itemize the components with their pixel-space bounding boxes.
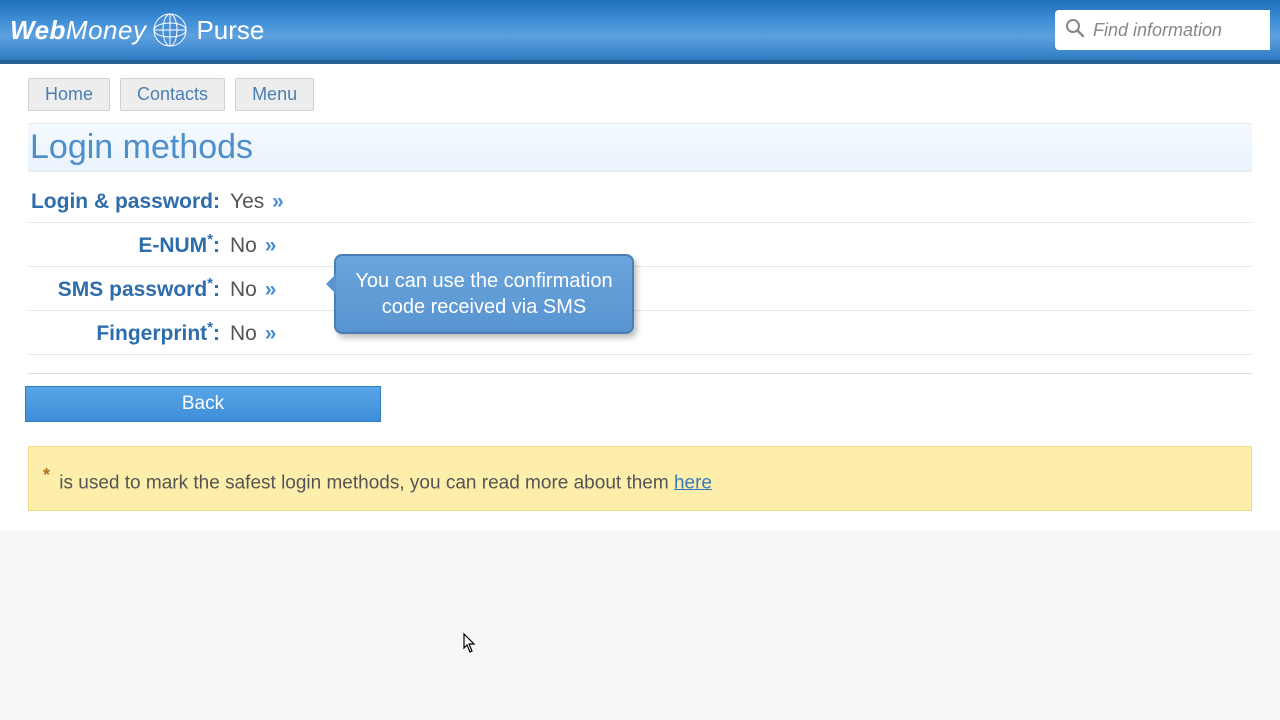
search-input[interactable] xyxy=(1093,20,1260,41)
method-label: E-NUM*: xyxy=(28,231,230,258)
method-value-text: Yes xyxy=(230,190,264,213)
brand-sub: Money xyxy=(66,15,147,45)
method-label: SMS password*: xyxy=(28,275,230,302)
asterisk-icon: * xyxy=(207,319,213,336)
tab-menu[interactable]: Menu xyxy=(235,78,314,111)
search-icon xyxy=(1065,18,1085,43)
info-text: is used to mark the safest login methods… xyxy=(59,472,674,493)
methods-list: Login & password: Yes » E-NUM*: No » SMS… xyxy=(28,182,1252,355)
method-value-sms[interactable]: No » xyxy=(230,278,276,302)
back-button[interactable]: Back xyxy=(25,386,381,422)
method-value-fingerprint[interactable]: No » xyxy=(230,322,276,346)
method-value-text: No xyxy=(230,278,257,301)
chevron-right-icon: » xyxy=(265,234,277,257)
method-row-login-password: Login & password: Yes » xyxy=(28,182,1252,223)
tooltip-sms: You can use the confirmation code receiv… xyxy=(334,254,634,334)
chevron-right-icon: » xyxy=(272,190,284,213)
method-label-text: E-NUM xyxy=(138,234,207,257)
logo-area: WebMoney Purse xyxy=(10,12,264,48)
brand-main: Web xyxy=(10,15,66,45)
chevron-right-icon: » xyxy=(265,322,277,345)
nav-tabs: Home Contacts Menu xyxy=(0,64,1280,117)
info-link[interactable]: here xyxy=(674,472,712,493)
divider xyxy=(28,373,1252,374)
method-value-text: No xyxy=(230,322,257,345)
product-name: Purse xyxy=(196,15,264,46)
globe-icon xyxy=(152,12,188,48)
method-row-enum: E-NUM*: No » xyxy=(28,223,1252,267)
method-value-enum[interactable]: No » xyxy=(230,234,276,258)
method-label: Login & password: xyxy=(28,190,230,214)
method-value-login-password[interactable]: Yes » xyxy=(230,190,284,214)
cursor-icon xyxy=(458,632,478,662)
header: WebMoney Purse xyxy=(0,0,1280,64)
chevron-right-icon: » xyxy=(265,278,277,301)
search-box[interactable] xyxy=(1055,10,1270,50)
tab-contacts[interactable]: Contacts xyxy=(120,78,225,111)
method-row-sms: SMS password*: No » xyxy=(28,267,1252,311)
asterisk-icon: * xyxy=(207,275,213,292)
brand-logo[interactable]: WebMoney xyxy=(10,15,146,46)
method-value-text: No xyxy=(230,234,257,257)
asterisk-icon: * xyxy=(207,231,213,248)
method-label-text: Fingerprint xyxy=(96,322,207,345)
method-label-text: Login & password xyxy=(31,190,213,213)
method-row-fingerprint: Fingerprint*: No » xyxy=(28,311,1252,355)
info-note: * is used to mark the safest login metho… xyxy=(28,446,1252,511)
content: Login methods Login & password: Yes » E-… xyxy=(0,117,1280,531)
tab-home[interactable]: Home xyxy=(28,78,110,111)
method-label: Fingerprint*: xyxy=(28,319,230,346)
page-title: Login methods xyxy=(28,123,1252,172)
asterisk-icon: * xyxy=(43,465,50,485)
method-label-text: SMS password xyxy=(58,278,207,301)
